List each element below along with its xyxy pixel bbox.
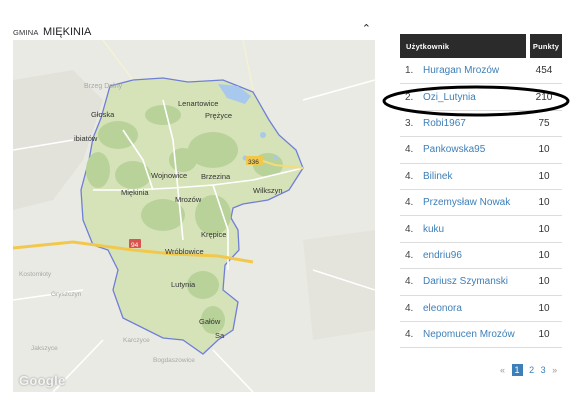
row-points: 10 <box>526 164 562 190</box>
pager-page-1[interactable]: 1 <box>511 364 523 376</box>
label-wroblowice: Wróblowice <box>165 247 204 256</box>
row-points: 10 <box>526 216 562 243</box>
row-user-link[interactable]: Dariusz Szymanski <box>423 269 526 296</box>
map-canvas[interactable]: Brzeg Dolny Lenartowice Głoska Prężyce i… <box>13 40 375 392</box>
label-bogdaszowice: Bogdaszowice <box>153 357 195 364</box>
pagination: « 1 2 3 » <box>500 364 561 376</box>
row-user-link[interactable]: eleonora <box>423 296 526 322</box>
row-user-link[interactable]: Robi1967 <box>423 111 526 138</box>
row-points: 10 <box>526 243 562 270</box>
label-gryszczyn: Gryszczyn <box>51 291 82 298</box>
label-jakszyce: Jakszyce <box>31 345 58 352</box>
row-user-link[interactable]: Ozi_Lutynia <box>423 84 526 111</box>
label-lenartowice: Lenartowice <box>178 99 218 108</box>
header-user: Użytkownik <box>400 34 526 58</box>
label-przyce: Prężyce <box>205 111 232 120</box>
label-krepice: Krępice <box>201 230 226 239</box>
pager-page-3[interactable]: 3 <box>541 365 546 375</box>
row-position: 1. <box>400 58 423 85</box>
row-position: 4. <box>400 137 423 164</box>
label-route-94: 94 <box>131 242 139 249</box>
row-user-link[interactable]: endriu96 <box>423 243 526 270</box>
table-row: 4. Bilinek 10 <box>400 164 562 190</box>
label-brzezina: Brzezina <box>201 172 231 181</box>
row-position: 4. <box>400 190 423 217</box>
row-user-link[interactable]: Przemysław Nowak <box>423 190 526 217</box>
map[interactable]: Brzeg Dolny Lenartowice Głoska Prężyce i… <box>13 40 375 392</box>
row-user-link[interactable]: Huragan Mrozów <box>423 58 526 85</box>
header-points: Punkty <box>526 34 562 58</box>
table-row: 4. endriu96 10 <box>400 243 562 270</box>
row-user-link[interactable]: Bilinek <box>423 164 526 190</box>
label-wojnowice: Wojnowice <box>151 171 187 180</box>
row-points: 210 <box>526 84 562 111</box>
label-glaska: Głoska <box>91 110 115 119</box>
table-row: 4. Dariusz Szymanski 10 <box>400 269 562 296</box>
row-position: 4. <box>400 164 423 190</box>
table-row: 4. Pankowska95 10 <box>400 137 562 164</box>
row-user-link[interactable]: Nepomucen Mrozów <box>423 322 526 349</box>
pager-next[interactable]: » <box>552 365 557 375</box>
label-mrozow: Mrozów <box>175 195 202 204</box>
label-route-336: 336 <box>248 159 259 166</box>
table-row: 4. Nepomucen Mrozów 10 <box>400 322 562 349</box>
row-position: 4. <box>400 243 423 270</box>
row-position: 4. <box>400 269 423 296</box>
label-miekinia: Miękinia <box>121 188 149 197</box>
label-brzeg-dolny: Brzeg Dolny <box>84 83 123 90</box>
label-kostomloty: Kostomłoty <box>19 271 52 278</box>
row-position: 4. <box>400 322 423 349</box>
table-row: 4. Przemysław Nowak 10 <box>400 190 562 217</box>
ranking-header-row: Użytkownik Punkty <box>400 34 562 58</box>
gmina-name: MIĘKINIA <box>43 26 92 38</box>
row-position: 3. <box>400 111 423 138</box>
row-points: 10 <box>526 190 562 217</box>
table-row: 4. kuku 10 <box>400 216 562 243</box>
row-points: 10 <box>526 296 562 322</box>
row-points: 10 <box>526 322 562 349</box>
label-wilkszyn: Wilkszyn <box>253 186 283 195</box>
label-biatow: ibiatów <box>74 134 98 143</box>
gmina-region[interactable] <box>80 77 304 355</box>
pager-page-2[interactable]: 2 <box>529 365 534 375</box>
pager-prev[interactable]: « <box>500 365 505 375</box>
label-sadowice: Sa <box>215 331 225 340</box>
row-user-link[interactable]: kuku <box>423 216 526 243</box>
row-points: 10 <box>526 137 562 164</box>
label-galow: Gałów <box>199 317 221 326</box>
panel-header: GMINA MIĘKINIA ⌃ <box>13 22 375 42</box>
table-row: 4. eleonora 10 <box>400 296 562 322</box>
table-row: 3. Robi1967 75 <box>400 111 562 138</box>
label-lutynia: Lutynia <box>171 280 196 289</box>
row-points: 454 <box>526 58 562 85</box>
table-row: 1. Huragan Mrozów 454 <box>400 58 562 85</box>
label-kanczyce: Karczyce <box>123 337 150 344</box>
row-position: 4. <box>400 296 423 322</box>
row-points: 10 <box>526 269 562 296</box>
google-logo: Google <box>19 373 66 388</box>
row-points: 75 <box>526 111 562 138</box>
row-user-link[interactable]: Pankowska95 <box>423 137 526 164</box>
gmina-prefix: GMINA <box>13 28 39 37</box>
row-position: 4. <box>400 216 423 243</box>
chevron-up-icon[interactable]: ⌃ <box>362 22 371 35</box>
map-area <box>303 230 375 340</box>
row-position: 2. <box>400 84 423 111</box>
ranking-table: Użytkownik Punkty 1. Huragan Mrozów 454 2.… <box>400 34 562 349</box>
table-row: 2. Ozi_Lutynia 210 <box>400 84 562 111</box>
